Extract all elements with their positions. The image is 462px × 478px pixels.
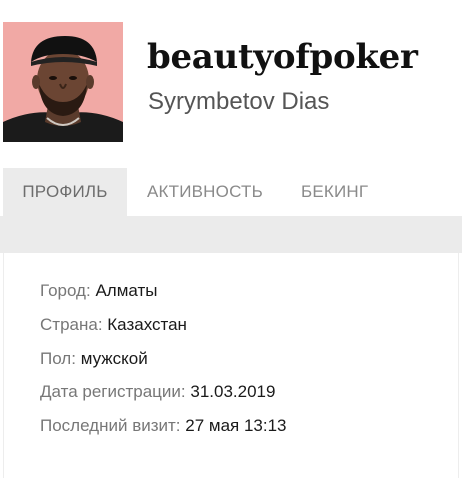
- real-name: Syrymbetov Dias: [148, 88, 330, 115]
- info-row-last-visit: Последний визит: 27 мая 13:13: [40, 414, 290, 438]
- country-value: Казахстан: [107, 315, 187, 334]
- registered-value: 31.03.2019: [190, 382, 276, 401]
- tab-backing[interactable]: БЕКИНГ: [301, 168, 368, 216]
- country-label: Страна:: [40, 315, 103, 334]
- avatar-photo: [3, 22, 123, 142]
- city-value: Алматы: [95, 281, 158, 300]
- profile-header: beautyofpoker Syrymbetov Dias: [0, 0, 462, 160]
- tab-profile[interactable]: ПРОФИЛЬ: [3, 168, 127, 216]
- info-row-country: Страна: Казахстан: [40, 313, 187, 337]
- registered-label: Дата регистрации:: [40, 382, 186, 401]
- last-visit-value: 27 мая 13:13: [185, 416, 287, 435]
- gender-label: Пол:: [40, 349, 76, 368]
- gender-value: мужской: [80, 349, 148, 368]
- profile-tabs: ПРОФИЛЬ АКТИВНОСТЬ БЕКИНГ: [0, 168, 462, 216]
- profile-page: beautyofpoker Syrymbetov Dias ПРОФИЛЬ АК…: [0, 0, 462, 478]
- info-row-gender: Пол: мужской: [40, 347, 148, 371]
- last-visit-label: Последний визит:: [40, 416, 181, 435]
- city-label: Город:: [40, 281, 91, 300]
- tab-content-band: [0, 216, 462, 253]
- username: beautyofpoker: [147, 37, 418, 77]
- tab-activity[interactable]: АКТИВНОСТЬ: [147, 168, 263, 216]
- info-row-registered: Дата регистрации: 31.03.2019: [40, 380, 275, 404]
- avatar: [3, 22, 123, 142]
- info-row-city: Город: Алматы: [40, 279, 157, 303]
